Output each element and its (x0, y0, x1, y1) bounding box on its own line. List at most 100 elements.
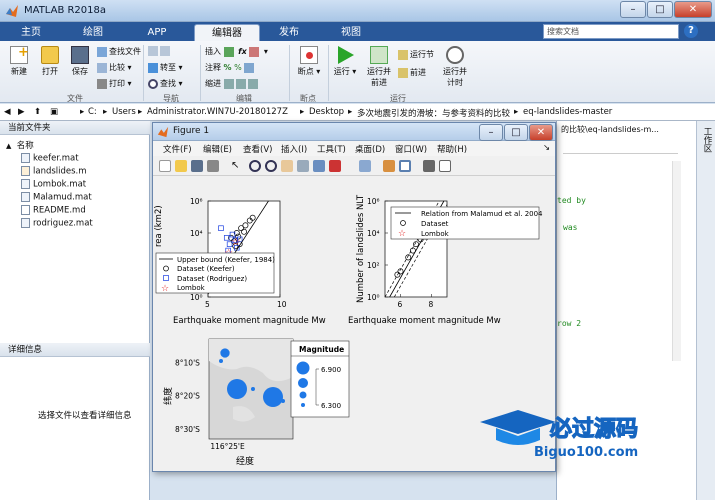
file-item[interactable]: landslides.m (21, 166, 87, 177)
open-button[interactable]: 打开 (37, 46, 63, 77)
run-and-time-button[interactable]: 运行并 计时 (440, 46, 470, 88)
menu-help[interactable]: 帮助(H) (437, 143, 467, 155)
menu-dock-icon[interactable]: ↘ (543, 143, 550, 153)
figure-maximize-button[interactable]: □ (504, 124, 528, 141)
up-folder-icon[interactable]: ⬆ (34, 107, 41, 117)
open-file-icon[interactable] (175, 160, 187, 172)
breadcrumb-drive[interactable]: C: (88, 107, 97, 117)
legend-bubble-tiny (301, 403, 305, 407)
back-icon[interactable]: ◀ (4, 107, 11, 117)
back-arrow-icon (148, 46, 158, 56)
file-item[interactable]: Lombok.mat (21, 179, 86, 190)
hide-plot-tools-icon[interactable] (423, 160, 435, 172)
menu-edit[interactable]: 编辑(E) (203, 143, 232, 155)
workspace-side-tab[interactable]: 工作区 (696, 121, 715, 500)
file-item[interactable]: Malamud.mat (21, 192, 92, 203)
print-button[interactable]: 打印 ▾ (97, 78, 132, 89)
minimize-button[interactable]: – (620, 1, 646, 18)
watermark-url: Biguo100.com (534, 445, 638, 460)
lat-tick-label: 8°20'S (175, 392, 200, 401)
zoom-out-icon[interactable] (265, 160, 277, 172)
editor-divider (563, 153, 678, 154)
menu-window[interactable]: 窗口(W) (395, 143, 427, 155)
goto-button[interactable]: 转至 ▾ (148, 62, 183, 73)
menu-desktop[interactable]: 桌面(D) (355, 143, 385, 155)
forward-icon[interactable]: ▶ (18, 107, 25, 117)
address-bar[interactable]: ◀ ▶ ⬆ ▣ ▸ C: ▸ Users ▸ Administrator.WIN… (0, 104, 715, 121)
zoom-in-icon[interactable] (249, 160, 261, 172)
editor-path: 的比较\eq-landslides-m... (561, 125, 659, 134)
browse-folder-icon[interactable]: ▣ (50, 107, 58, 117)
legend-value: 6.900 (321, 366, 341, 374)
colorbar-icon[interactable] (383, 160, 395, 172)
file-item[interactable]: README.md (21, 205, 86, 216)
indent-button[interactable]: 缩进 (205, 78, 260, 89)
tab-view[interactable]: 视图 (326, 24, 376, 41)
menu-insert[interactable]: 插入(I) (281, 143, 307, 155)
new-button[interactable]: + 新建 (6, 45, 32, 77)
find-button[interactable]: 查找 ▾ (148, 78, 183, 89)
breadcrumb-desktop[interactable]: Desktop (309, 107, 344, 117)
menu-file[interactable]: 文件(F) (163, 143, 192, 155)
figure-close-button[interactable]: ✕ (529, 124, 553, 141)
tab-home[interactable]: 主页 (6, 24, 56, 41)
breadcrumb-repo[interactable]: eq-landslides-master (523, 107, 612, 117)
find-files-button[interactable]: 查找文件 (97, 46, 141, 57)
menu-tools[interactable]: 工具(T) (317, 143, 346, 155)
printer-icon (97, 78, 107, 89)
group-label-edit: 编辑 (236, 94, 252, 103)
run-button[interactable]: 运行 ▾ (332, 46, 358, 77)
breadcrumb-users[interactable]: Users (112, 107, 136, 117)
wrap-icon (244, 62, 255, 73)
run-icon (338, 46, 354, 64)
maximize-button[interactable]: □ (647, 1, 673, 18)
file-item[interactable]: rodriguez.mat (21, 218, 93, 229)
help-icon[interactable]: ? (684, 24, 698, 38)
advance-button[interactable]: 前进 (398, 67, 426, 78)
editor-scrollbar[interactable] (672, 161, 681, 381)
link-plot-icon[interactable] (359, 160, 371, 172)
run-section-button[interactable]: 运行节 (398, 49, 434, 60)
lat-tick-label: 8°10'S (175, 358, 200, 367)
close-button[interactable]: ✕ (674, 1, 712, 18)
tab-editor[interactable]: 编辑器 (194, 24, 260, 41)
search-input[interactable]: 搜索文档 (543, 24, 679, 39)
file-item[interactable]: keefer.mat (21, 153, 79, 164)
y-tick-label: 10⁰ (190, 293, 203, 302)
rotate-icon[interactable] (297, 160, 309, 172)
compare-button[interactable]: 比较 ▾ (97, 62, 132, 73)
figure-title-bar: Figure 1 – □ ✕ (153, 123, 555, 141)
pointer-icon[interactable]: ↖ (231, 160, 243, 172)
forward-arrow-icon (160, 46, 170, 56)
find-files-icon (97, 46, 107, 57)
data-cursor-icon[interactable] (313, 160, 325, 172)
map-xlabel: 经度 (236, 455, 254, 467)
search-icon (148, 78, 158, 89)
back-forward-buttons[interactable] (148, 46, 172, 56)
name-column-header[interactable]: ▲ 名称 (6, 139, 34, 151)
graduation-cap-icon (480, 410, 556, 434)
breadcrumb-user-folder[interactable]: Administrator.WIN7U-20180127Z (147, 107, 288, 117)
plot2-xlabel: Earthquake moment magnitude Mw (348, 316, 501, 326)
breadcrumb-project[interactable]: 多次地震引发的滑坡：与参考资料的比较 (357, 107, 510, 119)
function-icon: fx (238, 47, 247, 56)
tab-apps[interactable]: APP (132, 24, 182, 41)
tab-plots[interactable]: 绘图 (68, 24, 118, 41)
save-figure-icon[interactable] (191, 160, 203, 172)
menu-view[interactable]: 查看(V) (243, 143, 272, 155)
brush-icon[interactable] (329, 160, 341, 172)
plot1-legend: Upper bound (Keefer, 1984) Dataset (Keef… (155, 252, 275, 294)
run-and-advance-button[interactable]: 运行并 前进 (364, 46, 394, 88)
pan-hand-icon[interactable] (281, 160, 293, 172)
figure-minimize-button[interactable]: – (479, 124, 503, 141)
show-plot-tools-icon[interactable] (439, 160, 451, 172)
insert-button[interactable]: 插入 fx ▾ (205, 46, 268, 57)
new-figure-icon[interactable] (159, 160, 171, 172)
legend-icon[interactable] (399, 160, 411, 172)
legend-item: Lombok (421, 230, 450, 238)
print-figure-icon[interactable] (207, 160, 219, 172)
comment-button[interactable]: 注释 % % (205, 62, 256, 73)
tab-publish[interactable]: 发布 (264, 24, 314, 41)
save-button[interactable]: 保存 (67, 46, 93, 77)
breakpoints-button[interactable]: 断点 ▾ (295, 46, 323, 77)
